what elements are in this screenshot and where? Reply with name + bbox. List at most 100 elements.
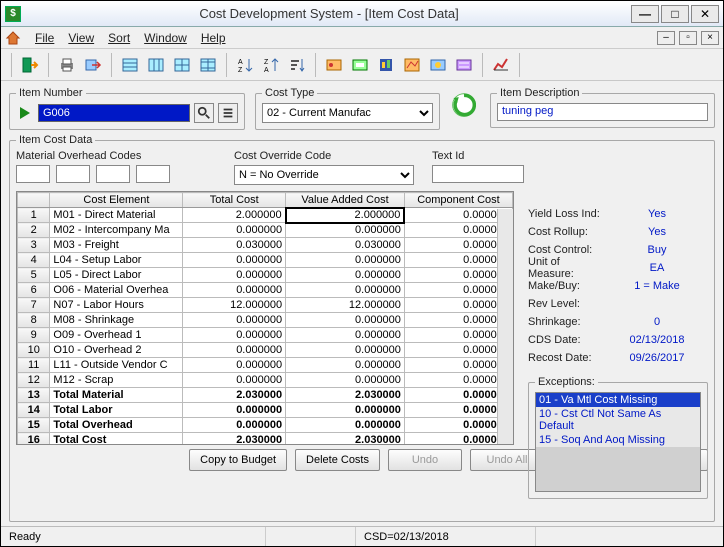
- cell-element[interactable]: O09 - Overhead 1: [50, 328, 183, 343]
- table-row[interactable]: 12M12 - Scrap0.0000000.0000000.000000: [18, 373, 513, 388]
- cell-vac[interactable]: 0.030000: [286, 238, 405, 253]
- table-row[interactable]: 13Total Material2.0300002.0300000.000000: [18, 388, 513, 403]
- cell-total[interactable]: 0.000000: [183, 283, 286, 298]
- row-num[interactable]: 5: [18, 268, 50, 283]
- col-vac[interactable]: Value Added Cost: [286, 193, 405, 208]
- cell-vac[interactable]: 2.030000: [286, 433, 405, 446]
- moh-input-4[interactable]: [136, 165, 170, 183]
- cell-vac[interactable]: 0.000000: [286, 283, 405, 298]
- tool-a-icon[interactable]: [322, 53, 346, 77]
- search-icon[interactable]: [194, 103, 214, 123]
- cell-element[interactable]: M01 - Direct Material: [50, 208, 183, 223]
- col-total[interactable]: Total Cost: [183, 193, 286, 208]
- moh-input-3[interactable]: [96, 165, 130, 183]
- exceptions-listbox[interactable]: 01 - Va Mtl Cost Missing 10 - Cst Ctl No…: [535, 392, 701, 492]
- row-num[interactable]: 13: [18, 388, 50, 403]
- tool-c-icon[interactable]: [374, 53, 398, 77]
- col-rownum[interactable]: [18, 193, 50, 208]
- row-num[interactable]: 6: [18, 283, 50, 298]
- cell-total[interactable]: 0.000000: [183, 313, 286, 328]
- cell-total[interactable]: 0.000000: [183, 223, 286, 238]
- mdi-restore[interactable]: ▫: [679, 31, 697, 45]
- table-row[interactable]: 10O10 - Overhead 20.0000000.0000000.0000…: [18, 343, 513, 358]
- undo-button[interactable]: Undo: [388, 449, 462, 471]
- cell-total[interactable]: 0.000000: [183, 373, 286, 388]
- cell-total[interactable]: 12.000000: [183, 298, 286, 313]
- delete-costs-button[interactable]: Delete Costs: [295, 449, 380, 471]
- grid-scrollbar[interactable]: [497, 209, 513, 444]
- table-row[interactable]: 1M01 - Direct Material2.0000002.0000000.…: [18, 208, 513, 223]
- cell-total[interactable]: 2.000000: [183, 208, 286, 223]
- list-icon[interactable]: [218, 103, 238, 123]
- row-num[interactable]: 15: [18, 418, 50, 433]
- cell-element[interactable]: O10 - Overhead 2: [50, 343, 183, 358]
- moh-input-2[interactable]: [56, 165, 90, 183]
- table-row[interactable]: 11L11 - Outside Vendor C0.0000000.000000…: [18, 358, 513, 373]
- sort-desc-icon[interactable]: ZA: [259, 53, 283, 77]
- cell-total[interactable]: 0.000000: [183, 358, 286, 373]
- cell-element[interactable]: Total Material: [50, 388, 183, 403]
- row-num[interactable]: 14: [18, 403, 50, 418]
- table-row[interactable]: 3M03 - Freight0.0300000.0300000.000000: [18, 238, 513, 253]
- row-num[interactable]: 10: [18, 343, 50, 358]
- table-row[interactable]: 15Total Overhead0.0000000.0000000.000000: [18, 418, 513, 433]
- cell-vac[interactable]: 12.000000: [286, 298, 405, 313]
- maximize-button[interactable]: □: [661, 5, 689, 23]
- cell-element[interactable]: M03 - Freight: [50, 238, 183, 253]
- cell-element[interactable]: M12 - Scrap: [50, 373, 183, 388]
- cell-element[interactable]: L04 - Setup Labor: [50, 253, 183, 268]
- tool-f-icon[interactable]: [452, 53, 476, 77]
- moh-input-1[interactable]: [16, 165, 50, 183]
- mdi-close[interactable]: ×: [701, 31, 719, 45]
- table-row[interactable]: 6O06 - Material Overhea0.0000000.0000000…: [18, 283, 513, 298]
- cell-vac[interactable]: 0.000000: [286, 268, 405, 283]
- export-icon[interactable]: [81, 53, 105, 77]
- menu-window[interactable]: Window: [138, 29, 193, 47]
- menu-sort[interactable]: Sort: [102, 29, 136, 47]
- cell-total[interactable]: 0.000000: [183, 418, 286, 433]
- tool-e-icon[interactable]: [426, 53, 450, 77]
- table-row[interactable]: 8M08 - Shrinkage0.0000000.0000000.000000: [18, 313, 513, 328]
- exception-item[interactable]: 15 - Soq And Aoq Missing: [536, 433, 700, 447]
- cell-element[interactable]: L11 - Outside Vendor C: [50, 358, 183, 373]
- sort-asc-icon[interactable]: AZ: [233, 53, 257, 77]
- row-num[interactable]: 1: [18, 208, 50, 223]
- tool-d-icon[interactable]: [400, 53, 424, 77]
- textid-input[interactable]: [432, 165, 524, 183]
- table-row[interactable]: 14Total Labor0.0000000.0000000.000000: [18, 403, 513, 418]
- cost-type-select[interactable]: 02 - Current Manufac: [262, 103, 433, 123]
- close-window-button[interactable]: ✕: [691, 5, 719, 23]
- cell-element[interactable]: N07 - Labor Hours: [50, 298, 183, 313]
- cell-vac[interactable]: 0.000000: [286, 403, 405, 418]
- row-num[interactable]: 9: [18, 328, 50, 343]
- exit-icon[interactable]: [18, 53, 42, 77]
- row-num[interactable]: 11: [18, 358, 50, 373]
- chart-icon[interactable]: [489, 53, 513, 77]
- cell-vac[interactable]: 2.000000: [286, 208, 405, 223]
- col-comp[interactable]: Component Cost: [404, 193, 512, 208]
- col-element[interactable]: Cost Element: [50, 193, 183, 208]
- coc-select[interactable]: N = No Override: [234, 165, 414, 185]
- cell-total[interactable]: 0.000000: [183, 343, 286, 358]
- table-row[interactable]: 16Total Cost2.0300002.0300000.000000: [18, 433, 513, 446]
- table-row[interactable]: 5L05 - Direct Labor0.0000000.0000000.000…: [18, 268, 513, 283]
- cell-element[interactable]: Total Cost: [50, 433, 183, 446]
- row-num[interactable]: 2: [18, 223, 50, 238]
- grid1-icon[interactable]: [118, 53, 142, 77]
- cell-element[interactable]: M08 - Shrinkage: [50, 313, 183, 328]
- exception-item[interactable]: 10 - Cst Ctl Not Same As Default: [536, 407, 700, 433]
- cell-vac[interactable]: 0.000000: [286, 418, 405, 433]
- table-row[interactable]: 9O09 - Overhead 10.0000000.0000000.00000…: [18, 328, 513, 343]
- refresh-icon[interactable]: [450, 91, 480, 121]
- sort-rows-icon[interactable]: [285, 53, 309, 77]
- cell-element[interactable]: M02 - Intercompany Ma: [50, 223, 183, 238]
- grid2-icon[interactable]: [144, 53, 168, 77]
- cell-vac[interactable]: 0.000000: [286, 328, 405, 343]
- table-row[interactable]: 2M02 - Intercompany Ma0.0000000.0000000.…: [18, 223, 513, 238]
- row-num[interactable]: 16: [18, 433, 50, 446]
- tool-b-icon[interactable]: [348, 53, 372, 77]
- cell-total[interactable]: 2.030000: [183, 433, 286, 446]
- cell-element[interactable]: Total Overhead: [50, 418, 183, 433]
- menu-view[interactable]: View: [62, 29, 100, 47]
- item-number-input[interactable]: [38, 104, 190, 122]
